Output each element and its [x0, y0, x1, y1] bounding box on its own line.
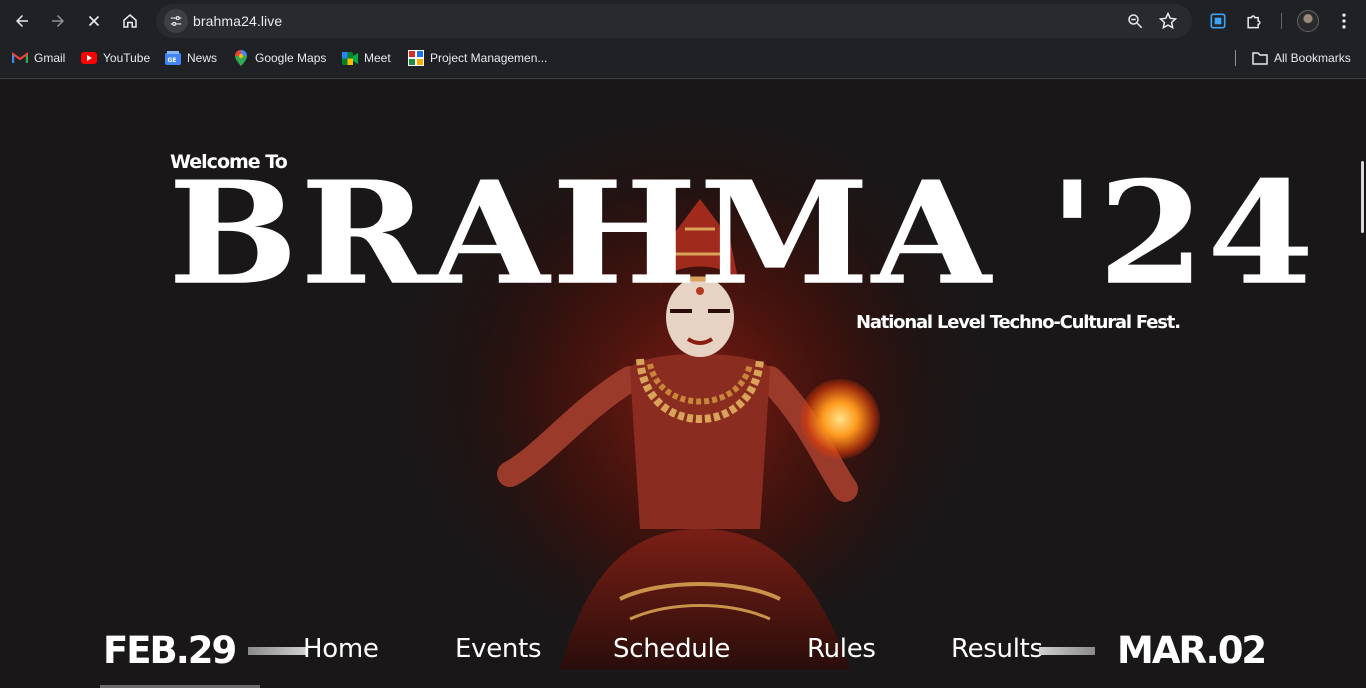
browser-chrome: brahma24.live Gmail YouTube GE News Goog…	[0, 0, 1366, 79]
browser-toolbar: brahma24.live	[0, 0, 1366, 42]
maps-icon	[233, 50, 249, 66]
stop-loading-button[interactable]	[80, 7, 108, 35]
gmail-icon	[12, 50, 28, 66]
fire-orb-graphic	[800, 379, 880, 459]
youtube-icon	[81, 50, 97, 66]
bookmark-news[interactable]: GE News	[165, 48, 217, 68]
bookmark-label: YouTube	[103, 51, 151, 65]
bookmark-youtube[interactable]: YouTube	[81, 48, 150, 68]
home-icon	[123, 14, 137, 28]
bookmark-project-management[interactable]: Project Managemen...	[408, 48, 547, 68]
hero-section: Welcome To BRAHMA '24 National Level Tec…	[0, 79, 1366, 688]
folder-icon	[1252, 50, 1268, 66]
project-icon	[408, 50, 424, 66]
nav-schedule[interactable]: Schedule	[613, 634, 730, 664]
bookmark-label: Meet	[364, 51, 391, 65]
bookmark-label: Project Managemen...	[430, 51, 548, 65]
forward-button[interactable]	[44, 7, 72, 35]
kebab-menu-icon[interactable]	[1333, 10, 1355, 32]
url-text[interactable]: brahma24.live	[193, 13, 282, 29]
bookmark-star-icon[interactable]	[1158, 11, 1178, 31]
profile-avatar[interactable]	[1297, 10, 1319, 32]
screenshot-extension-icon[interactable]	[1207, 10, 1229, 32]
address-bar[interactable]: brahma24.live	[156, 4, 1192, 38]
scrollbar-thumb[interactable]	[1361, 161, 1364, 233]
bookmark-label: Google Maps	[255, 51, 327, 65]
nav-events[interactable]: Events	[455, 634, 542, 664]
nav-home[interactable]: Home	[303, 634, 379, 664]
bookmarks-bar: Gmail YouTube GE News Google Maps Meet P…	[0, 44, 1366, 72]
nav-rules[interactable]: Rules	[807, 634, 876, 664]
close-icon	[88, 15, 100, 27]
bookmarks-divider	[1235, 50, 1236, 66]
bookmark-gmail[interactable]: Gmail	[12, 48, 65, 68]
extensions-puzzle-icon[interactable]	[1243, 10, 1265, 32]
fest-tagline: National Level Techno-Cultural Fest.	[856, 312, 1181, 333]
arrow-right-icon	[52, 15, 64, 27]
svg-text:GE: GE	[168, 57, 177, 64]
home-button[interactable]	[116, 7, 144, 35]
start-date: FEB.29	[103, 629, 237, 672]
meet-icon	[342, 50, 358, 66]
brand-title: BRAHMA '24	[168, 150, 1317, 317]
all-bookmarks-label: All Bookmarks	[1274, 51, 1351, 65]
divider-bar-right	[1039, 647, 1095, 655]
back-button[interactable]	[8, 7, 36, 35]
news-icon: GE	[165, 50, 181, 66]
bookmark-google-maps[interactable]: Google Maps	[233, 48, 326, 68]
bookmark-label: News	[187, 51, 218, 65]
site-info-icon[interactable]	[164, 9, 188, 33]
end-date: MAR.02	[1117, 629, 1267, 672]
divider-bar-left	[248, 647, 306, 655]
bookmark-meet[interactable]: Meet	[342, 48, 391, 68]
arrow-left-icon	[16, 15, 28, 27]
zoom-icon[interactable]	[1126, 12, 1144, 30]
nav-results[interactable]: Results	[951, 634, 1043, 664]
toolbar-divider	[1281, 13, 1282, 29]
all-bookmarks-button[interactable]: All Bookmarks	[1252, 48, 1351, 68]
bookmark-label: Gmail	[34, 51, 66, 65]
